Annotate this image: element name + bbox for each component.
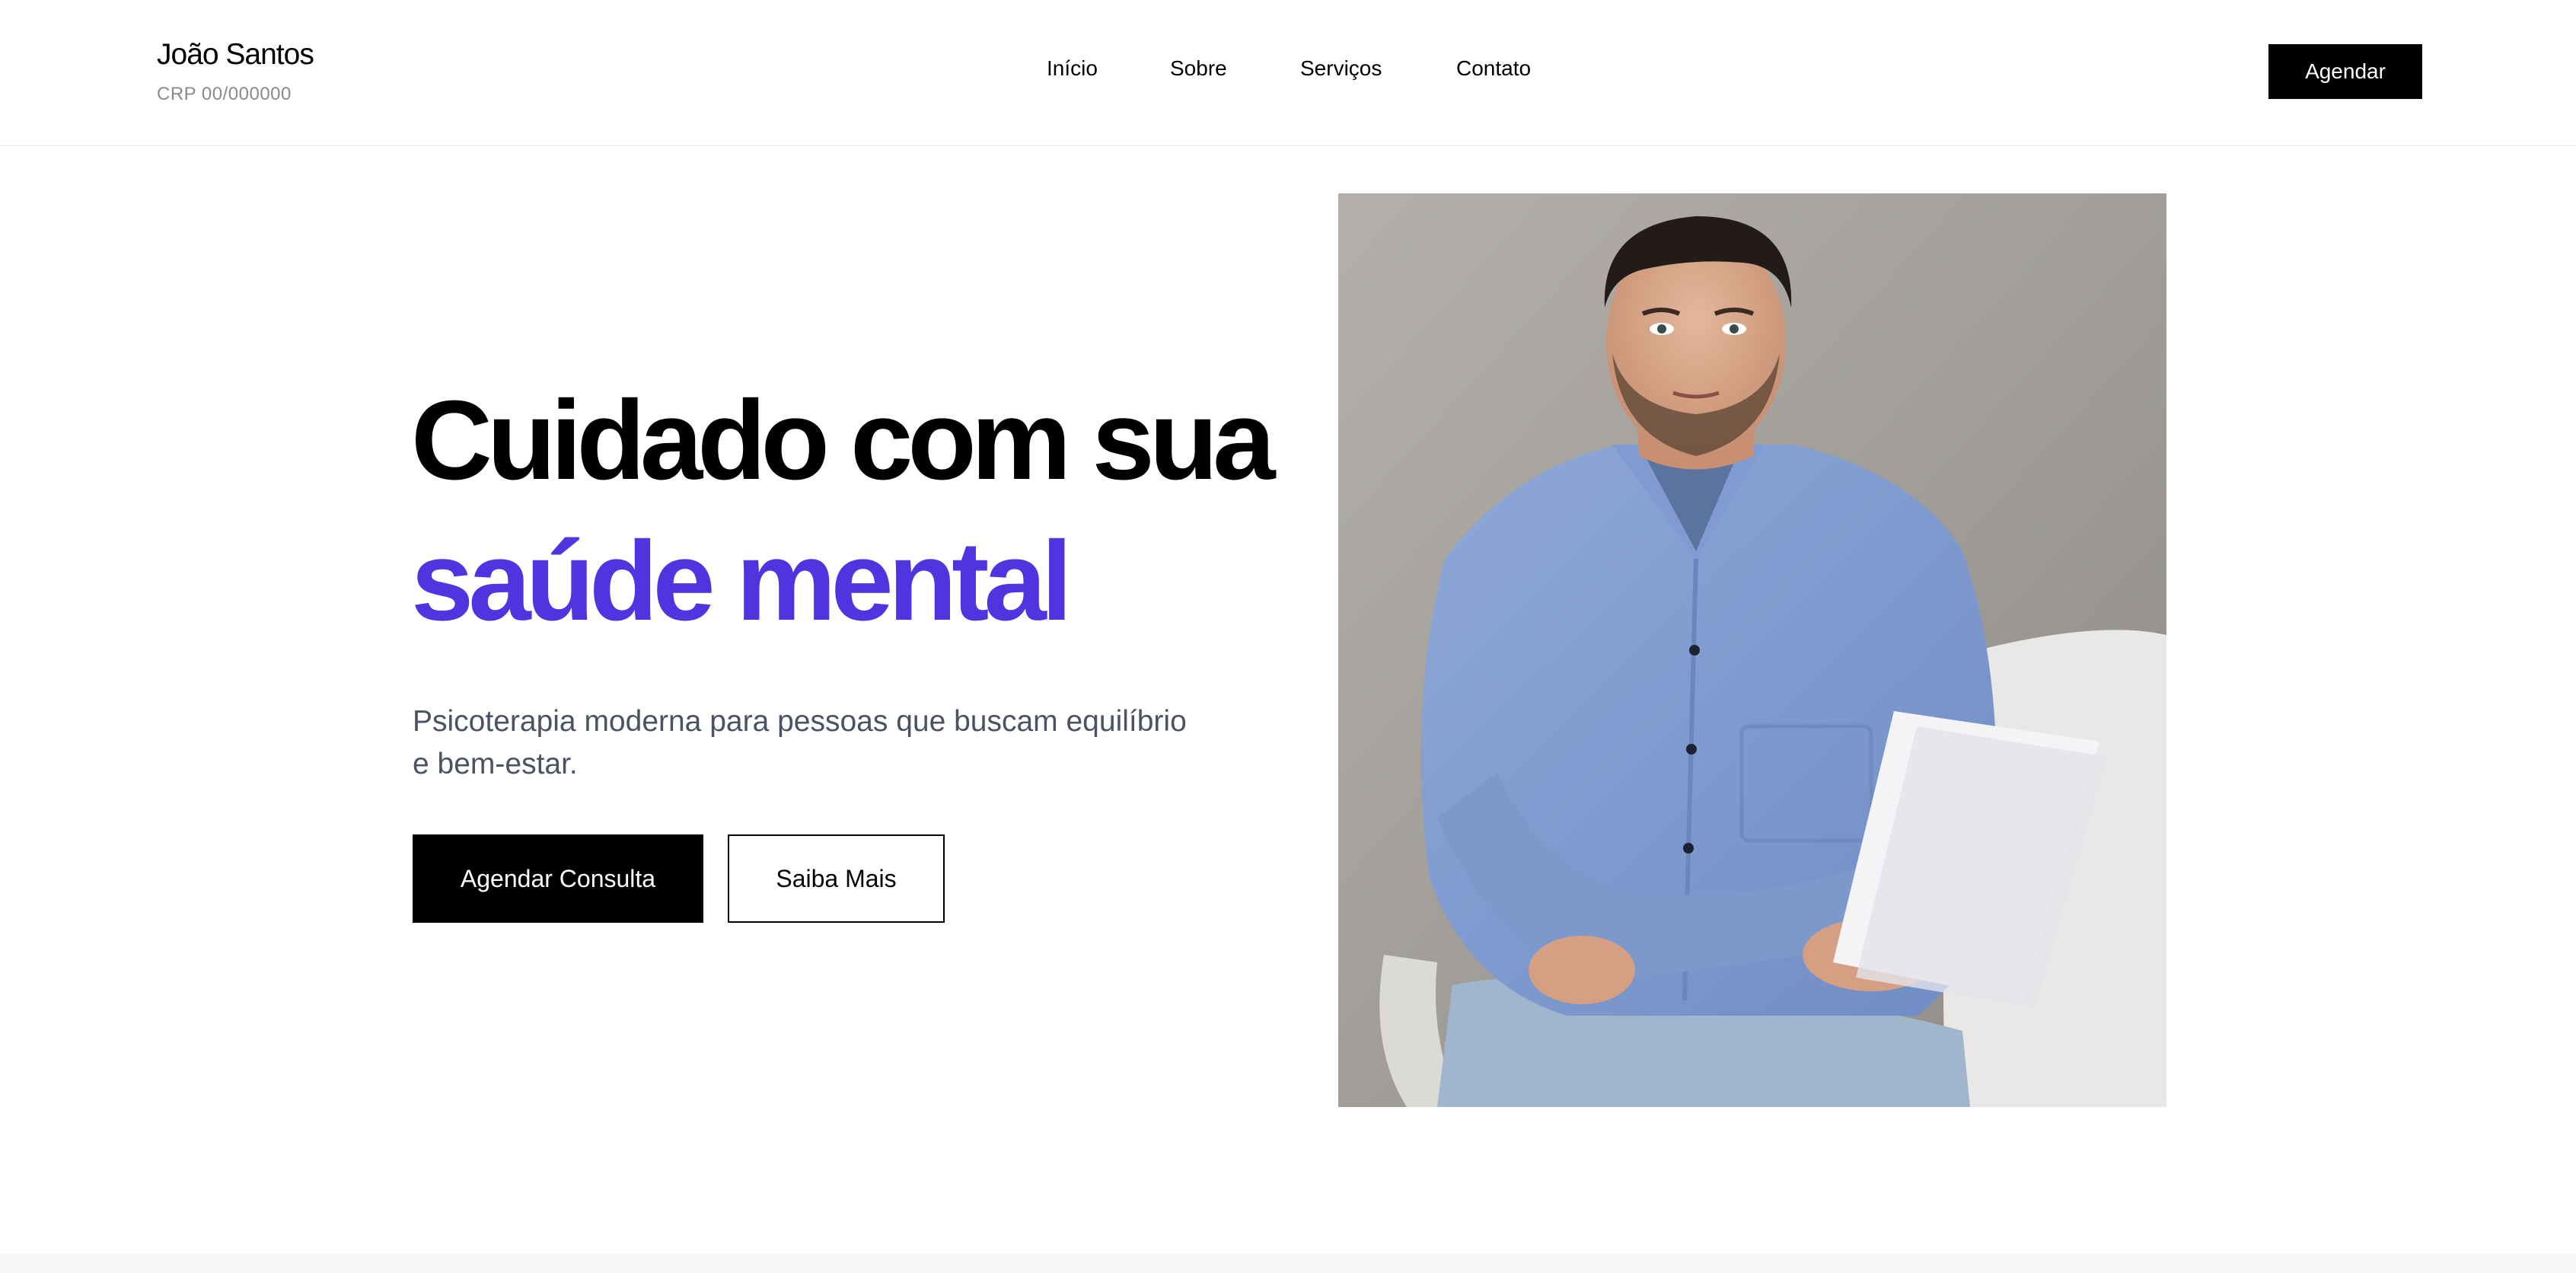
saiba-mais-button[interactable]: Saiba Mais xyxy=(728,834,945,923)
nav-servicos[interactable]: Serviços xyxy=(1300,56,1382,81)
hero-title-line2: saúde mental xyxy=(411,518,1073,644)
nav-contato[interactable]: Contato xyxy=(1456,56,1531,81)
nav-sobre[interactable]: Sobre xyxy=(1170,56,1227,81)
nav-inicio[interactable]: Início xyxy=(1047,56,1098,81)
site-header: João Santos CRP 00/000000 Início Sobre S… xyxy=(0,0,2576,146)
therapist-photo xyxy=(1338,193,2166,1107)
hero-subtitle: Psicoterapia moderna para pessoas que bu… xyxy=(413,705,1187,780)
agendar-button[interactable]: Agendar xyxy=(2268,44,2422,99)
next-section-edge xyxy=(0,1253,2576,1273)
brand-crp: CRP 00/000000 xyxy=(157,84,292,104)
hero-title-line1: Cuidado com sua xyxy=(411,378,1276,503)
agendar-consulta-button[interactable]: Agendar Consulta xyxy=(413,834,703,923)
brand-name[interactable]: João Santos xyxy=(157,38,314,72)
